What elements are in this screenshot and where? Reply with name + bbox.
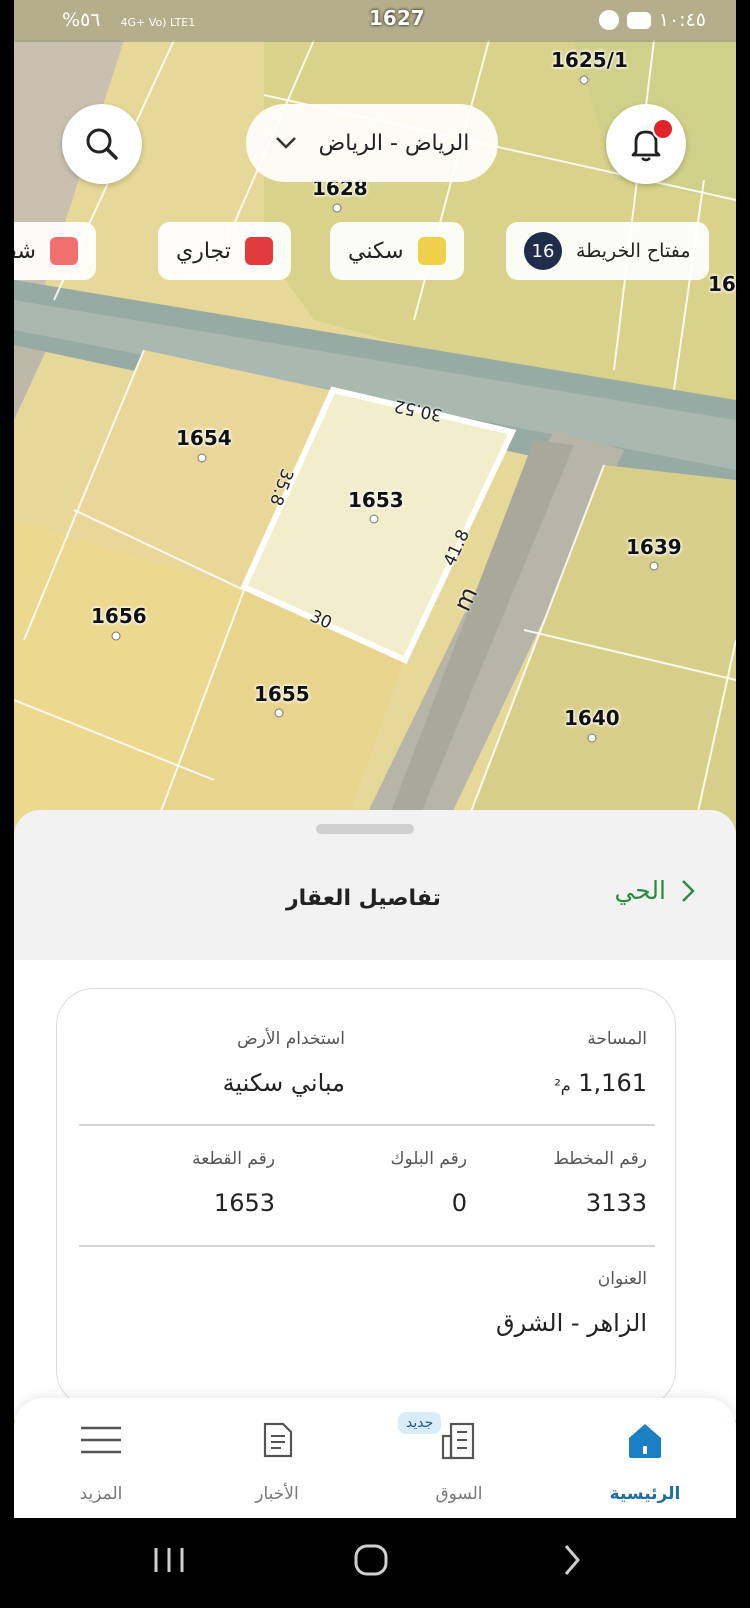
divider: [79, 1245, 655, 1247]
bottom-navigation: الرئيسية جديد السوق الأخبار المزيد: [14, 1398, 736, 1518]
youtube-icon: [626, 11, 651, 29]
plan-number-label: رقم المخطط: [553, 1149, 647, 1169]
nav-market[interactable]: جديد السوق: [398, 1412, 514, 1504]
plot-label: 1653: [348, 488, 404, 512]
legend-chip-label: تجاري: [176, 238, 231, 264]
status-bar: %٥٦ 4G+ Vo) LTE1 1627 ١٠:٤٥: [14, 0, 736, 42]
notifications-button[interactable]: [606, 104, 686, 184]
land-use-value: مباني سكنية: [222, 1069, 345, 1097]
system-navigation-bar: [0, 1518, 750, 1608]
block-number-label: رقم البلوك: [390, 1149, 467, 1169]
sheet-drag-handle[interactable]: [316, 824, 414, 834]
legend-count-badge: 16: [524, 232, 562, 270]
search-icon: [86, 128, 118, 160]
status-left: %٥٦ 4G+ Vo) LTE1: [62, 9, 195, 31]
legend-chip-label: سكني: [348, 238, 404, 264]
city-selector[interactable]: الرياض - الرياض: [246, 104, 498, 182]
status-time: ١٠:٤٥: [658, 9, 706, 31]
apartments-swatch-icon: [49, 237, 78, 265]
plot-label: 1654: [176, 426, 232, 450]
system-nav-buttons: [154, 1544, 580, 1576]
plot-label: 1655: [254, 682, 310, 706]
nav-market-label: السوق: [435, 1484, 483, 1504]
status-right: ١٠:٤٥: [598, 9, 706, 31]
market-new-badge: جديد: [398, 1412, 442, 1434]
area-unit: م²: [554, 1076, 571, 1095]
legend-chip-residential[interactable]: سكني: [330, 222, 464, 280]
plot-number-label: رقم القطعة: [192, 1149, 275, 1169]
plot-label: 1639: [626, 535, 682, 559]
nav-more[interactable]: المزيد: [46, 1418, 156, 1504]
nav-news[interactable]: الأخبار: [222, 1418, 332, 1504]
network-indicator: 4G+ Vo) LTE1: [120, 16, 196, 29]
back-system-icon: [564, 1545, 580, 1575]
plot-label: 16: [708, 272, 736, 296]
battery-indicator: %٥٦: [62, 9, 101, 31]
plot-label: 1625/1: [551, 48, 628, 72]
plot-label: 1656: [91, 604, 147, 628]
plot-label: 1640: [564, 706, 620, 730]
sheet-header: تفاصيل العقار الحي: [14, 840, 736, 960]
area-value: 1,161 م²: [554, 1069, 647, 1097]
area-number: 1,161: [578, 1069, 647, 1097]
city-selector-label: الرياض - الرياض: [318, 130, 470, 156]
property-info-card: المساحة 1,161 م² استخدام الأرض مباني سكن…: [56, 988, 676, 1408]
neighborhood-back-link[interactable]: الحي: [614, 876, 696, 905]
nav-home-label: الرئيسية: [609, 1484, 681, 1504]
address-label: العنوان: [597, 1269, 647, 1289]
legend-chip-apartments[interactable]: شقق: [14, 222, 96, 280]
building-icon: [441, 1422, 475, 1460]
area-label: المساحة: [587, 1029, 647, 1049]
commercial-swatch-icon: [244, 237, 273, 265]
legend-chip-commercial[interactable]: تجاري: [158, 222, 291, 280]
back-link-label: الحي: [614, 876, 666, 905]
land-use-label: استخدام الأرض: [237, 1029, 345, 1049]
chevron-right-icon: [682, 879, 695, 902]
property-details-sheet: تفاصيل العقار الحي المساحة 1,161 م² استخ…: [14, 810, 736, 1420]
notification-dot: [652, 118, 674, 140]
facebook-icon: [598, 10, 619, 30]
address-value: الزاهر - الشرق: [496, 1309, 647, 1337]
legend-key-label: مفتاح الخريطة: [576, 240, 691, 262]
menu-icon: [81, 1426, 121, 1454]
plan-number-value: 3133: [585, 1189, 647, 1217]
app-screen: 1625/1 1628 1654 1653 1639 1656 1655 164…: [14, 0, 736, 1518]
map-legend-button[interactable]: 16 مفتاح الخريطة: [506, 222, 709, 280]
chevron-down-icon: [275, 137, 296, 149]
search-button[interactable]: [62, 104, 142, 184]
recent-apps-icon: [154, 1548, 184, 1572]
block-number-value: 0: [451, 1189, 467, 1217]
legend-chip-label: شقق: [14, 238, 36, 264]
residential-swatch-icon: [417, 237, 446, 265]
divider: [79, 1124, 655, 1126]
plot-number-value: 1653: [213, 1189, 275, 1217]
home-icon: [629, 1424, 661, 1458]
nav-more-label: المزيد: [79, 1484, 123, 1504]
sheet-title: تفاصيل العقار: [286, 886, 441, 911]
status-center-label: 1627: [369, 6, 425, 30]
nav-home[interactable]: الرئيسية: [590, 1418, 700, 1504]
home-system-icon: [354, 1544, 388, 1576]
news-document-icon: [263, 1422, 293, 1458]
nav-news-label: الأخبار: [255, 1484, 299, 1504]
